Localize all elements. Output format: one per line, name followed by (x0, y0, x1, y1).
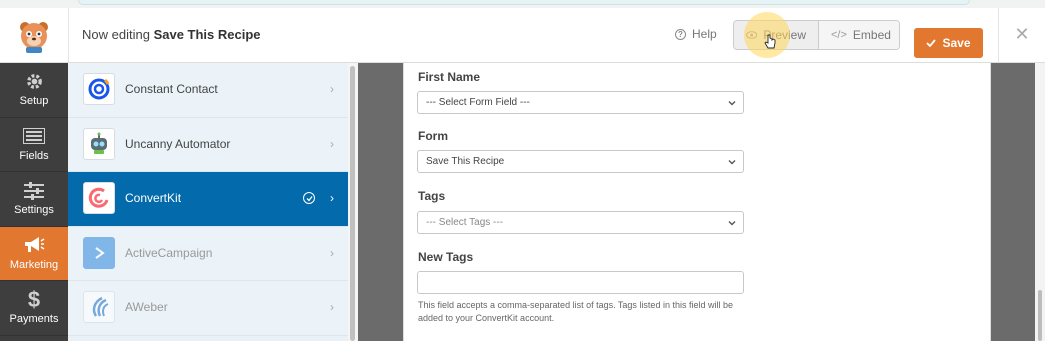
chevron-down-icon (728, 221, 736, 226)
wpforms-logo[interactable] (0, 8, 68, 63)
now-editing-title: Now editing Save This Recipe (82, 27, 261, 42)
sidebar-label: Fields (19, 149, 49, 162)
embed-label: Embed (852, 28, 891, 42)
first-name-label: First Name (418, 70, 481, 84)
bear-mascot-icon (20, 21, 48, 53)
tags-label: Tags (418, 189, 446, 203)
checkmark-icon (926, 39, 937, 47)
sliders-icon (24, 181, 44, 200)
sidebar-label: Payments (9, 313, 59, 326)
help-label: Help (692, 27, 717, 41)
chevron-right-icon: › (330, 82, 334, 96)
new-tags-input[interactable] (417, 271, 744, 294)
provider-item-activecampaign[interactable]: ActiveCampaign › (68, 226, 348, 281)
close-icon[interactable]: ✕ (1013, 25, 1031, 43)
sidebar-item-payments[interactable]: $ Payments (0, 281, 68, 336)
first-name-value: --- Select Form Field --- (426, 97, 530, 108)
gear-icon (25, 72, 44, 91)
provider-item-uncanny-automator[interactable]: Uncanny Automator › (68, 117, 348, 172)
sidebar-label: Settings (14, 204, 54, 217)
provider-name: ConvertKit (125, 191, 182, 205)
tags-placeholder: --- Select Tags --- (426, 217, 504, 228)
constant-contact-logo-icon (83, 73, 115, 105)
chevron-right-icon: › (330, 136, 334, 151)
chevron-down-icon (728, 101, 736, 106)
chevron-right-icon: › (330, 191, 334, 205)
new-tags-help-text: This field accepts a comma-separated lis… (418, 300, 733, 323)
hand-cursor-icon (764, 34, 776, 49)
megaphone-icon (23, 236, 45, 255)
builder-header: Now editing Save This Recipe ? Help Prev… (0, 8, 1045, 63)
sidebar-item-marketing[interactable]: Marketing (0, 226, 68, 281)
help-link[interactable]: ? Help (675, 27, 717, 41)
content-scrollbar-track[interactable] (1035, 63, 1045, 341)
new-tags-label: New Tags (418, 250, 474, 264)
panel-scrollbar-thumb[interactable] (350, 66, 355, 341)
tags-select[interactable]: --- Select Tags --- (417, 211, 744, 234)
top-notice-bar (78, 0, 970, 5)
sidebar-label: Marketing (9, 258, 59, 271)
chevron-right-icon: › (330, 245, 334, 260)
form-name: Save This Recipe (153, 27, 261, 42)
editing-prefix: Now editing (82, 27, 150, 42)
provider-item-convertkit[interactable]: ConvertKit › (68, 172, 348, 227)
top-strip (0, 0, 1045, 8)
first-name-select[interactable]: --- Select Form Field --- (417, 91, 744, 114)
sidebar-item-settings[interactable]: Settings (0, 172, 68, 227)
embed-button[interactable]: </> Embed (819, 21, 899, 49)
form-label: Form (418, 129, 448, 143)
form-value: Save This Recipe (426, 156, 505, 167)
connected-check-icon (303, 192, 315, 204)
help-icon: ? (675, 28, 686, 40)
provider-name: AWeber (125, 300, 168, 314)
save-label: Save (942, 36, 971, 50)
sidebar-item-setup[interactable]: Setup (0, 63, 68, 118)
dollar-icon: $ (27, 286, 41, 312)
list-icon (23, 127, 45, 146)
sidebar-item-fields[interactable]: Fields (0, 118, 68, 172)
convertkit-logo-icon (83, 182, 115, 214)
marketing-providers-panel: Constant Contact › Uncanny Automator › C… (68, 63, 348, 341)
provider-item-aweber[interactable]: AWeber › (68, 281, 348, 336)
provider-name: Uncanny Automator (125, 136, 231, 151)
activecampaign-logo-icon (83, 236, 115, 269)
chevron-down-icon (728, 160, 736, 165)
aweber-logo-icon (83, 291, 115, 323)
content-scrollbar-thumb[interactable] (1038, 290, 1042, 341)
provider-name: Constant Contact (125, 82, 218, 96)
provider-name: ActiveCampaign (125, 245, 213, 260)
sidebar-label: Setup (19, 95, 49, 108)
uncanny-automator-logo-icon (83, 127, 115, 160)
save-button[interactable]: Save (914, 28, 983, 58)
provider-item-constant-contact[interactable]: Constant Contact › (68, 63, 348, 118)
chevron-right-icon: › (330, 300, 334, 314)
builder-sidebar: Setup Fields Settings Marketing $ Paymen… (0, 63, 68, 341)
code-icon: </> (831, 29, 847, 41)
form-select[interactable]: Save This Recipe (417, 150, 744, 173)
